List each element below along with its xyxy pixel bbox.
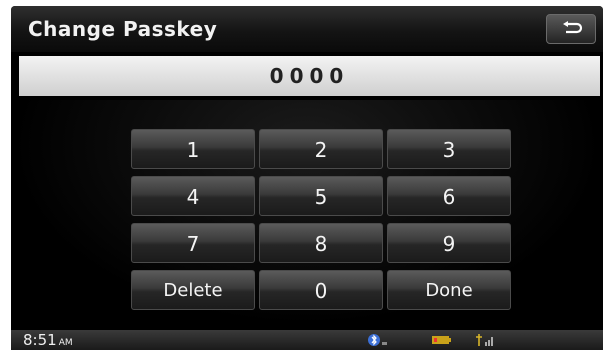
- screen: Change Passkey 0000 1 2 3 4 5 6 7 8 9 De…: [0, 0, 609, 350]
- key-3[interactable]: 3: [387, 129, 511, 169]
- key-4[interactable]: 4: [131, 176, 255, 216]
- key-2[interactable]: 2: [259, 129, 383, 169]
- bluetooth-icon: [368, 334, 387, 346]
- page-title: Change Passkey: [28, 17, 218, 41]
- delete-button[interactable]: Delete: [131, 270, 255, 310]
- key-9[interactable]: 9: [387, 223, 511, 263]
- head-unit-display: Change Passkey 0000 1 2 3 4 5 6 7 8 9 De…: [11, 6, 603, 350]
- done-button[interactable]: Done: [387, 270, 511, 310]
- back-button[interactable]: [546, 14, 596, 44]
- signal-icon: [476, 334, 493, 346]
- key-7[interactable]: 7: [131, 223, 255, 263]
- back-arrow-icon: [563, 21, 583, 34]
- key-0[interactable]: 0: [259, 270, 383, 310]
- clock-ampm: AM: [58, 338, 73, 348]
- clock: 8:51 AM: [23, 331, 73, 349]
- keypad: 1 2 3 4 5 6 7 8 9 Delete 0 Done: [11, 100, 603, 326]
- key-6[interactable]: 6: [387, 176, 511, 216]
- key-5[interactable]: 5: [259, 176, 383, 216]
- status-bar: 8:51 AM: [11, 330, 603, 350]
- key-8[interactable]: 8: [259, 223, 383, 263]
- key-1[interactable]: 1: [131, 129, 255, 169]
- clock-time: 8:51: [23, 331, 57, 349]
- passkey-value: 0000: [269, 64, 350, 88]
- header-bar: Change Passkey: [11, 6, 603, 52]
- battery-icon: [432, 336, 451, 344]
- passkey-field: 0000: [19, 56, 600, 96]
